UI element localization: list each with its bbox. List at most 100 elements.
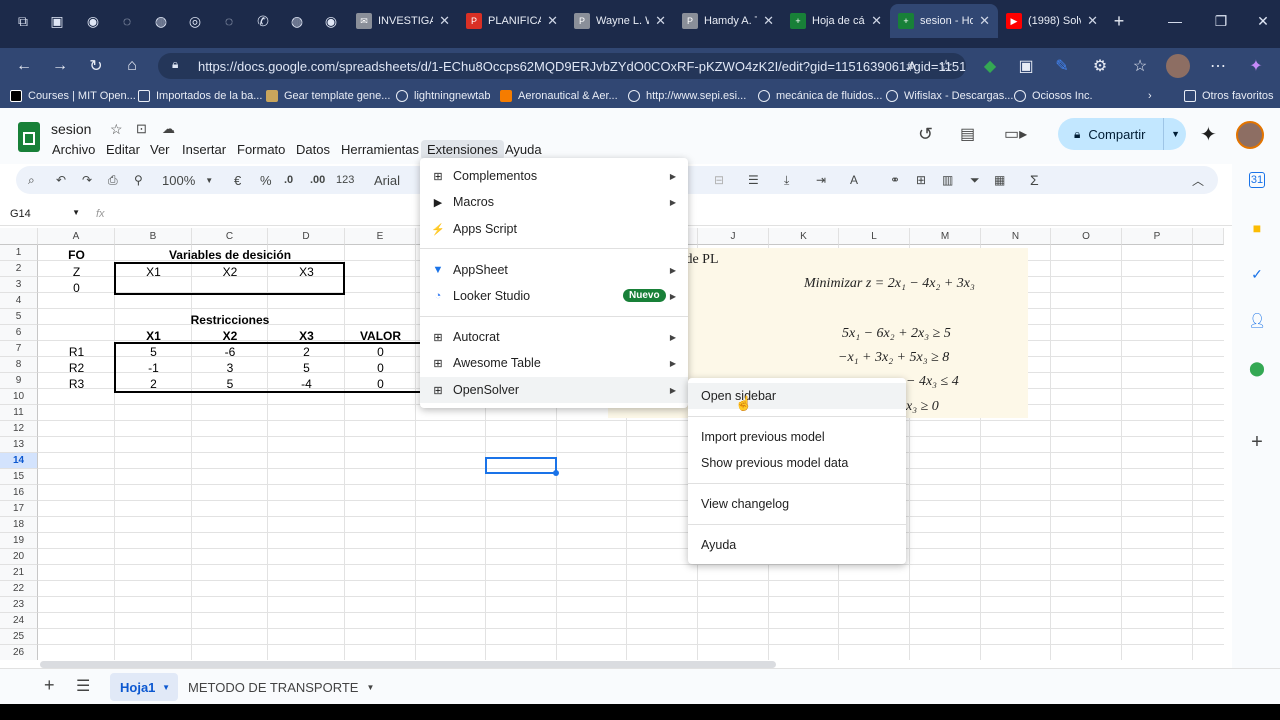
close-icon[interactable]: ✕ xyxy=(763,13,774,29)
pinned-tab-3[interactable]: ◍ xyxy=(142,4,180,38)
pinned-tab-8[interactable]: ◉ xyxy=(312,4,350,38)
bookmark-item[interactable]: mecánica de fluidos... xyxy=(758,87,882,105)
extension-2-icon[interactable]: ▣ xyxy=(1014,54,1038,78)
column-header[interactable]: C xyxy=(192,228,268,245)
share-button[interactable]: 🔒︎ Compartir ▼ xyxy=(1058,118,1186,150)
browser-tab-4[interactable]: P Hamdy A. Ta✕ xyxy=(674,4,782,38)
menu-item-import-previous-model[interactable]: Import previous model xyxy=(688,424,906,450)
profile-avatar[interactable] xyxy=(1166,54,1190,78)
get-addons-icon[interactable]: + xyxy=(1247,431,1267,453)
row-header[interactable]: 21 xyxy=(0,565,38,581)
bookmark-item[interactable]: Wifislax - Descargas... xyxy=(886,87,1013,105)
bookmark-item[interactable]: http://www.sepi.esi... xyxy=(628,87,746,105)
chevron-down-icon[interactable]: ▼ xyxy=(366,683,374,692)
row-header[interactable]: 4 xyxy=(0,293,38,309)
row-header[interactable]: 3 xyxy=(0,277,38,293)
filter-views-icon[interactable]: ▦ xyxy=(994,171,1005,189)
browser-tab-2[interactable]: P PLANIFICADI✕ xyxy=(458,4,566,38)
search-menus-icon[interactable]: ⌕ xyxy=(28,171,35,189)
paint-format-icon[interactable]: ⚲ xyxy=(134,171,143,189)
row-header[interactable]: 7 xyxy=(0,341,38,357)
close-icon[interactable]: ✕ xyxy=(871,13,882,29)
menu-item-appsheet[interactable]: ▼ AppSheet ▶ xyxy=(420,257,688,283)
extensions-puzzle-icon[interactable]: ⚙ xyxy=(1088,54,1112,78)
chevron-down-icon[interactable]: ▼ xyxy=(162,683,170,692)
collapse-menu-icon[interactable]: ︿ xyxy=(1192,171,1204,189)
row-header[interactable]: 18 xyxy=(0,517,38,533)
more-formats-button[interactable]: 123 xyxy=(336,171,354,189)
valign-icon[interactable]: ⤓ xyxy=(784,171,789,189)
star-icon[interactable]: ☆ xyxy=(110,121,123,138)
document-title[interactable]: sesion xyxy=(51,121,91,137)
add-sheet-icon[interactable]: + xyxy=(44,675,55,696)
other-bookmarks[interactable]: Otros favoritos xyxy=(1184,87,1274,105)
column-header[interactable]: D xyxy=(268,228,345,245)
insert-comment-icon[interactable]: ⊞ xyxy=(916,171,926,189)
bookmarks-overflow-icon[interactable]: › xyxy=(1148,87,1152,105)
row-header[interactable]: 26 xyxy=(0,645,38,660)
close-icon[interactable]: ✕ xyxy=(1087,13,1098,29)
menu-item-open-sidebar[interactable]: Open sidebar xyxy=(688,383,906,409)
selected-cell[interactable] xyxy=(485,457,557,474)
bookmark-item[interactable]: Courses | MIT Open... xyxy=(10,87,136,105)
column-header[interactable]: J xyxy=(698,228,769,245)
column-header[interactable]: N xyxy=(981,228,1051,245)
row-header[interactable]: 13 xyxy=(0,437,38,453)
cell-B1[interactable]: Variables de desición xyxy=(115,248,345,262)
rotate-text-icon[interactable]: A xyxy=(850,171,858,189)
row-header[interactable]: 6 xyxy=(0,325,38,341)
menu-insertar[interactable]: Insertar xyxy=(176,140,232,160)
row-header[interactable]: 10 xyxy=(0,389,38,405)
menu-ver[interactable]: Ver xyxy=(144,140,176,160)
sheet-tab-hoja1[interactable]: Hoja1 ▼ xyxy=(110,673,178,701)
maps-icon[interactable]: ⬤ xyxy=(1247,358,1267,378)
move-folder-icon[interactable]: ⊡ xyxy=(136,121,147,137)
bookmark-item[interactable]: Gear template gene... xyxy=(266,87,390,105)
menu-formato[interactable]: Formato xyxy=(231,140,291,160)
column-header[interactable]: A xyxy=(38,228,115,245)
site-info-icon[interactable]: 🔒︎ xyxy=(172,57,178,72)
minimize-icon[interactable]: — xyxy=(1156,4,1194,38)
column-header[interactable]: E xyxy=(345,228,416,245)
bookmark-star-icon[interactable]: ☆ xyxy=(934,54,958,78)
extension-1-icon[interactable]: ◆ xyxy=(978,54,1002,78)
row-header[interactable]: 5 xyxy=(0,309,38,325)
cell-A2[interactable]: Z xyxy=(38,265,115,279)
menu-item-show-previous-model-data[interactable]: Show previous model data xyxy=(688,450,906,476)
row-header[interactable]: 15 xyxy=(0,469,38,485)
copilot-icon[interactable]: ✦ xyxy=(1244,54,1268,78)
meet-icon[interactable]: ▭▸ xyxy=(1004,124,1027,144)
menu-item-apps-script[interactable]: ⚡ Apps Script xyxy=(420,216,688,242)
browser-tab-3[interactable]: P Wayne L. Win✕ xyxy=(566,4,674,38)
cell-A3[interactable]: 0 xyxy=(38,281,115,295)
cell-A7[interactable]: R1 xyxy=(38,345,115,359)
bookmark-item[interactable]: Importados de la ba... xyxy=(138,87,262,105)
comments-icon[interactable]: ▤ xyxy=(960,124,975,144)
gemini-icon[interactable]: ✦ xyxy=(1200,122,1217,147)
column-header[interactable]: B xyxy=(115,228,192,245)
insert-chart-icon[interactable]: ▥ xyxy=(942,171,953,189)
close-icon[interactable]: ✕ xyxy=(439,13,450,29)
row-header[interactable]: 20 xyxy=(0,549,38,565)
row-header[interactable]: 24 xyxy=(0,613,38,629)
undo-icon[interactable]: ↶ xyxy=(56,171,66,189)
all-sheets-icon[interactable]: ☰ xyxy=(76,676,90,696)
menu-item-awesome-table[interactable]: ⊞ Awesome Table ▶ xyxy=(420,350,688,376)
close-icon[interactable]: ✕ xyxy=(547,13,558,29)
menu-ayuda[interactable]: Ayuda xyxy=(499,140,548,160)
cell-D6[interactable]: X3 xyxy=(268,329,345,343)
row-header[interactable]: 23 xyxy=(0,597,38,613)
currency-format-button[interactable]: € xyxy=(234,171,241,189)
forward-icon[interactable]: → xyxy=(48,54,72,78)
whatsapp-tab-icon[interactable]: ✆ xyxy=(244,4,282,38)
column-header[interactable] xyxy=(1193,228,1224,245)
zoom-select[interactable]: 100% ▼ xyxy=(162,171,213,189)
row-header[interactable]: 12 xyxy=(0,421,38,437)
home-icon[interactable]: ⌂ xyxy=(120,54,144,78)
reload-icon[interactable]: ↻ xyxy=(84,54,108,78)
browser-menu-icon[interactable]: ⋯ xyxy=(1206,54,1230,78)
new-tab-icon[interactable]: + xyxy=(1100,4,1138,38)
bookmark-item[interactable]: lightningnewtab xyxy=(396,87,490,105)
row-header[interactable]: 1 xyxy=(0,245,38,261)
tasks-icon[interactable]: ✓ xyxy=(1247,264,1267,284)
